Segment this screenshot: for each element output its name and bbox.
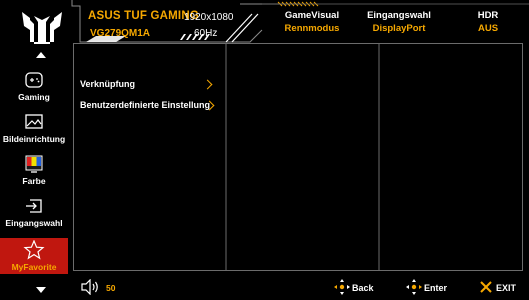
sidebar-item-label: Gaming xyxy=(18,92,50,102)
volume-value: 50 xyxy=(106,283,116,293)
input-icon xyxy=(26,199,42,213)
model-code: VG279QM1A xyxy=(90,28,151,39)
status-gamevisual: GameVisual Rennmodus xyxy=(272,9,352,35)
status-input: Eingangswahl DisplayPort xyxy=(354,9,444,35)
header-decoration xyxy=(71,0,529,43)
model-info: ASUS TUF GAMING VG279QM1A 1920x1080 60Hz xyxy=(82,4,242,44)
sidebar-item-label: Bildeinrichtung xyxy=(2,134,66,144)
osd-frame: ASUS TUF GAMING VG279QM1A 1920x1080 60Hz… xyxy=(0,0,529,300)
menu-item-label: Benutzerdefinierte Einstellung xyxy=(80,100,211,110)
menu-item-verknuepfung[interactable]: Verknüpfung xyxy=(80,79,135,89)
status-value: AUS xyxy=(477,23,499,34)
sidebar-item-label: MyFavorite xyxy=(11,262,57,272)
menu-panels xyxy=(73,43,523,271)
brand-name: ASUS TUF GAMING xyxy=(88,10,199,22)
star-icon xyxy=(23,240,45,260)
status-label: HDR xyxy=(477,10,499,21)
sidebar-item-label: Farbe xyxy=(22,176,46,186)
scroll-down-arrow[interactable] xyxy=(36,287,46,293)
menu-item-label: Verknüpfung xyxy=(80,79,136,89)
image-icon xyxy=(25,114,43,129)
sidebar-item-label: Eingangswahl xyxy=(5,218,63,228)
sidebar-item-eingangswahl[interactable]: Eingangswahl xyxy=(0,196,68,232)
status-value: DisplayPort xyxy=(372,23,426,34)
enter-button[interactable]: Enter xyxy=(424,283,447,293)
sidebar-item-farbe[interactable]: Farbe xyxy=(0,154,68,190)
status-hdr: HDR AUS xyxy=(458,9,518,35)
status-label: GameVisual xyxy=(284,10,340,21)
resolution: 1920x1080 xyxy=(184,12,234,23)
color-icon xyxy=(25,155,43,173)
sidebar-item-gaming[interactable]: Gaming xyxy=(0,70,68,106)
joystick-back-icon xyxy=(334,279,350,295)
volume-icon[interactable] xyxy=(80,279,100,295)
menu-item-benutzerdefiniert[interactable]: Benutzerdefinierte Einstellung xyxy=(80,100,210,110)
exit-button[interactable]: EXIT xyxy=(496,283,516,293)
scroll-up-arrow[interactable] xyxy=(36,52,46,58)
joystick-enter-icon xyxy=(406,279,422,295)
refresh-rate: 60Hz xyxy=(194,28,218,39)
status-label: Eingangswahl xyxy=(367,10,431,21)
back-button[interactable]: Back xyxy=(352,283,374,293)
sidebar-item-bildeinrichtung[interactable]: Bildeinrichtung xyxy=(0,112,68,148)
status-value: Rennmodus xyxy=(284,23,340,34)
gamepad-icon xyxy=(25,72,43,88)
close-icon xyxy=(480,281,492,293)
tuf-logo xyxy=(22,12,62,44)
sidebar-item-myfavorite[interactable]: MyFavorite xyxy=(0,238,68,274)
